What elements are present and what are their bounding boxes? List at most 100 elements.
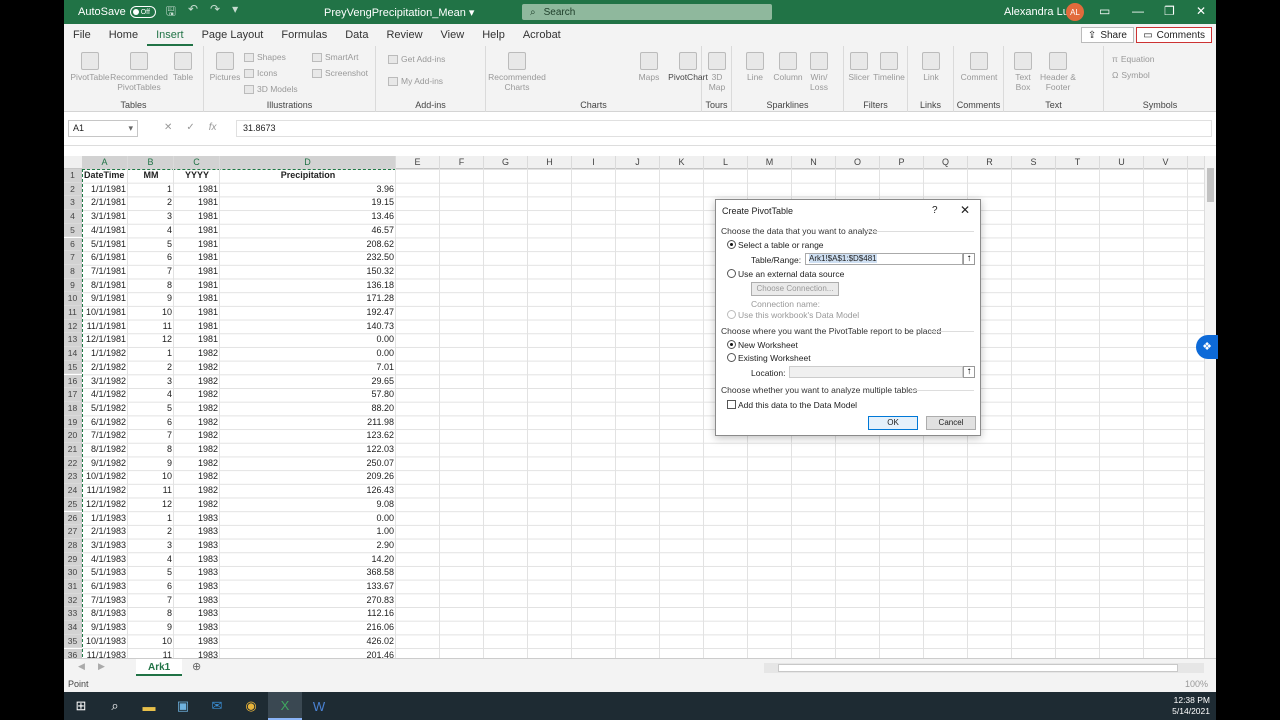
table-button[interactable]: Table	[168, 52, 198, 82]
cell-b11[interactable]: 10	[128, 306, 174, 320]
row-header[interactable]: 25	[64, 497, 82, 512]
cell-a31[interactable]: 6/1/1983	[82, 580, 128, 594]
search-icon[interactable]: ⌕	[98, 692, 132, 720]
cell-c25[interactable]: 1982	[174, 498, 220, 512]
location-input[interactable]	[789, 366, 963, 378]
cell-c30[interactable]: 1983	[174, 566, 220, 580]
3d-models-button[interactable]: 3D Models	[244, 84, 298, 94]
cell-b6[interactable]: 5	[128, 238, 174, 252]
row-header[interactable]: 33	[64, 607, 82, 622]
hscroll-thumb[interactable]	[778, 664, 1178, 672]
cell-c14[interactable]: 1982	[174, 347, 220, 361]
tab-data[interactable]: Data	[336, 24, 377, 46]
row-header[interactable]: 12	[64, 319, 82, 334]
column-header-f[interactable]: F	[440, 156, 484, 169]
cell-a12[interactable]: 11/1/1981	[82, 320, 128, 334]
cell-d13[interactable]: 0.00	[220, 333, 396, 347]
next-sheet-icon[interactable]: ▶	[98, 661, 105, 672]
cell-b8[interactable]: 7	[128, 265, 174, 279]
cell-a14[interactable]: 1/1/1982	[82, 347, 128, 361]
cell-c7[interactable]: 1981	[174, 251, 220, 265]
cell-a23[interactable]: 10/1/1982	[82, 470, 128, 484]
cell-d15[interactable]: 7.01	[220, 361, 396, 375]
range-picker-icon[interactable]: ⭡	[963, 253, 975, 265]
close-icon[interactable]: ✕	[960, 203, 970, 217]
cell-a6[interactable]: 5/1/1981	[82, 238, 128, 252]
save-icon[interactable]: 🖫	[166, 2, 176, 23]
share-button[interactable]: ⇪ Share	[1080, 27, 1134, 43]
row-header[interactable]: 10	[64, 292, 82, 306]
cancel-button[interactable]: Cancel	[926, 416, 976, 430]
get-addins-button[interactable]: Get Add-ins	[388, 54, 445, 64]
cell-d35[interactable]: 426.02	[220, 635, 396, 649]
cell-d21[interactable]: 122.03	[220, 443, 396, 457]
cell-c27[interactable]: 1983	[174, 525, 220, 539]
windows-start-icon[interactable]: ⊞	[64, 692, 98, 720]
cell-d10[interactable]: 171.28	[220, 292, 396, 306]
recommended-charts-button[interactable]: Recommended Charts	[488, 52, 546, 92]
cell-a17[interactable]: 4/1/1982	[82, 388, 128, 402]
row-header[interactable]: 17	[64, 388, 82, 402]
cell-c3[interactable]: 1981	[174, 196, 220, 210]
tab-formulas[interactable]: Formulas	[272, 24, 336, 46]
cancel-icon[interactable]: ✕	[164, 122, 172, 133]
column-header-p[interactable]: P	[880, 156, 924, 169]
cell-d19[interactable]: 211.98	[220, 416, 396, 430]
cell-a21[interactable]: 8/1/1982	[82, 443, 128, 457]
cell-d2[interactable]: 3.96	[220, 183, 396, 197]
cell-a32[interactable]: 7/1/1983	[82, 594, 128, 608]
cell-b29[interactable]: 4	[128, 553, 174, 567]
cell-b2[interactable]: 1	[128, 183, 174, 197]
cell-c32[interactable]: 1983	[174, 594, 220, 608]
cell-a9[interactable]: 8/1/1981	[82, 279, 128, 293]
cell-a4[interactable]: 3/1/1981	[82, 210, 128, 224]
cell-c35[interactable]: 1983	[174, 635, 220, 649]
tab-view[interactable]: View	[432, 24, 474, 46]
worksheet-grid[interactable]: ABCDEFGHIJKLMNOPQRSTUV 1 2 3 4 5 6 7 8 9 10 11 12 13…	[64, 156, 1216, 658]
column-header-n[interactable]: N	[792, 156, 836, 169]
cell-d6[interactable]: 208.62	[220, 238, 396, 252]
customize-icon[interactable]: ▾	[232, 2, 238, 23]
name-box[interactable]: A1 ▾	[68, 120, 138, 137]
cell-c33[interactable]: 1983	[174, 607, 220, 621]
column-header-q[interactable]: Q	[924, 156, 968, 169]
row-header[interactable]: 36	[64, 648, 82, 658]
row-header[interactable]: 20	[64, 429, 82, 443]
cell-b35[interactable]: 10	[128, 635, 174, 649]
row-header[interactable]: 30	[64, 566, 82, 580]
cell-c1[interactable]: YYYY	[174, 169, 220, 183]
cell-a25[interactable]: 12/1/1982	[82, 498, 128, 512]
cell-d33[interactable]: 112.16	[220, 607, 396, 621]
cell-b4[interactable]: 3	[128, 210, 174, 224]
cell-b23[interactable]: 10	[128, 470, 174, 484]
header-footer-button[interactable]: Header & Footer	[1038, 52, 1078, 92]
tab-review[interactable]: Review	[377, 24, 431, 46]
row-header[interactable]: 7	[64, 251, 82, 265]
column-header-a[interactable]: A	[82, 156, 128, 169]
cell-c13[interactable]: 1981	[174, 333, 220, 347]
cell-d26[interactable]: 0.00	[220, 512, 396, 526]
row-header[interactable]: 3	[64, 196, 82, 211]
row-header[interactable]: 29	[64, 552, 82, 567]
cell-b3[interactable]: 2	[128, 196, 174, 210]
cell-d34[interactable]: 216.06	[220, 621, 396, 635]
cell-d3[interactable]: 19.15	[220, 196, 396, 210]
row-header[interactable]: 34	[64, 621, 82, 635]
cell-c22[interactable]: 1982	[174, 457, 220, 471]
column-header-l[interactable]: L	[704, 156, 748, 169]
cell-d30[interactable]: 368.58	[220, 566, 396, 580]
cell-a34[interactable]: 9/1/1983	[82, 621, 128, 635]
pictures-button[interactable]: Pictures	[208, 52, 242, 82]
screenshot-button[interactable]: Screenshot	[312, 68, 368, 78]
cell-d11[interactable]: 192.47	[220, 306, 396, 320]
cell-c15[interactable]: 1982	[174, 361, 220, 375]
cell-c21[interactable]: 1982	[174, 443, 220, 457]
search-box[interactable]: ⌕ Search	[522, 4, 772, 20]
cell-c2[interactable]: 1981	[174, 183, 220, 197]
cell-b10[interactable]: 9	[128, 292, 174, 306]
ok-button[interactable]: OK	[868, 416, 918, 430]
cell-a16[interactable]: 3/1/1982	[82, 375, 128, 389]
my-addins-button[interactable]: My Add-ins	[388, 76, 443, 86]
cell-a19[interactable]: 6/1/1982	[82, 416, 128, 430]
fx-icon[interactable]: fx	[209, 122, 217, 133]
